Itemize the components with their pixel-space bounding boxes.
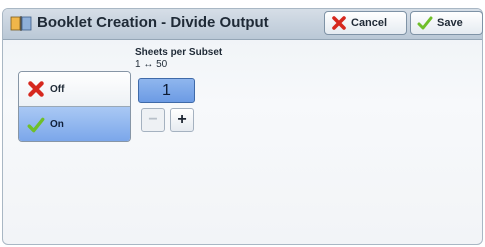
green-check-icon [27,117,45,132]
sheets-per-subset-label: Sheets per Subset [135,47,223,58]
save-button-label: Save [437,17,463,29]
cancel-button[interactable]: Cancel [324,11,407,35]
title-bar: Booklet Creation - Divide Output Cancel … [3,9,483,40]
sheets-value-field[interactable]: 1 [138,78,195,103]
save-button[interactable]: Save [410,11,483,35]
page-title: Booklet Creation - Divide Output [37,14,269,31]
cancel-x-icon [332,16,346,30]
option-on-label: On [50,119,64,130]
sheets-range-label: 1 ↔ 50 [135,59,168,70]
save-check-icon [417,16,433,30]
cancel-button-label: Cancel [351,17,388,29]
decrement-button[interactable]: − [141,108,165,132]
red-x-icon [28,81,44,97]
option-off-button[interactable]: Off [19,72,130,107]
option-on-button[interactable]: On [19,107,130,141]
divide-output-options: Off On [18,71,131,142]
option-off-label: Off [50,83,65,95]
increment-button[interactable]: + [170,108,194,132]
booklet-icon [10,16,32,31]
